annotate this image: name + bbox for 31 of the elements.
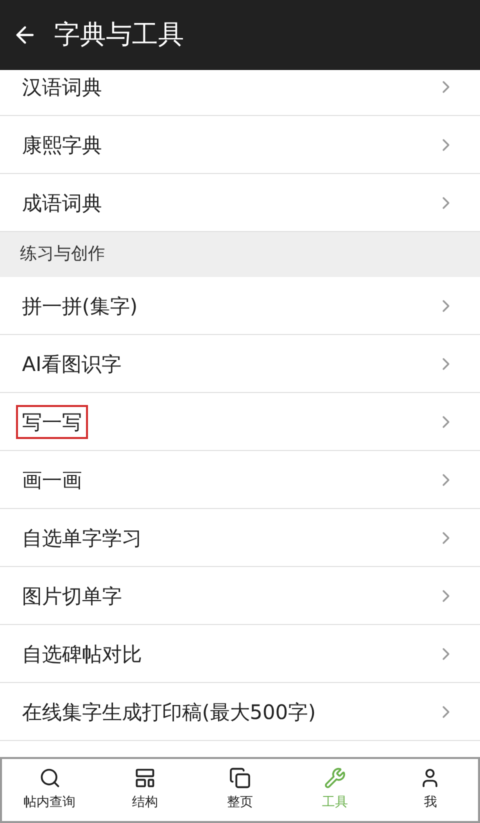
section-title: 练习与创作 bbox=[20, 242, 105, 266]
menu-item-label: AI看图识字 bbox=[21, 350, 123, 378]
menu-item[interactable]: 自选碑帖对比 bbox=[0, 625, 480, 683]
menu-item[interactable]: 在线集字生成打印稿(最大500字) bbox=[0, 683, 480, 741]
structure-icon bbox=[134, 767, 156, 790]
menu-item-label: 拼一拼(集字) bbox=[21, 292, 139, 320]
menu-item-label: 康熙字典 bbox=[21, 132, 103, 158]
tab-button[interactable]: 结构 bbox=[97, 759, 192, 821]
menu-item-label: 图片切单字 bbox=[21, 582, 123, 610]
tab-button[interactable]: 整页 bbox=[192, 759, 288, 821]
page-title: 字典与工具 bbox=[54, 18, 184, 52]
tab-button[interactable]: 我 bbox=[382, 759, 478, 821]
menu-item[interactable]: 图片切单字 bbox=[0, 567, 480, 625]
menu-item-label: 自选碑帖对比 bbox=[21, 640, 143, 668]
menu-item[interactable]: 拼一拼(集字) bbox=[0, 277, 480, 335]
tab-button[interactable]: 帖内查询 bbox=[2, 759, 98, 821]
menu-item-label: 在线集字生成打印稿(最大500字) bbox=[21, 698, 317, 726]
tools-icon bbox=[324, 767, 346, 790]
menu-item[interactable]: 康熙字典 bbox=[0, 116, 480, 174]
menu-item[interactable]: 画一画 bbox=[0, 451, 480, 509]
page-icon bbox=[229, 767, 251, 790]
menu-item[interactable]: 自选单字学习 bbox=[0, 509, 480, 567]
menu-item-label: 画一画 bbox=[21, 466, 83, 494]
menu-item-label: 写一写 bbox=[16, 404, 88, 438]
menu-item[interactable]: 汉语词典 bbox=[0, 70, 480, 116]
menu-item-label: 汉语词典 bbox=[21, 74, 103, 100]
menu-item[interactable]: AI看图识字 bbox=[0, 335, 480, 393]
menu-item-label: 成语词典 bbox=[21, 190, 103, 216]
menu-item[interactable]: 写一写 bbox=[0, 393, 480, 451]
menu-item-label: 自选单字学习 bbox=[21, 524, 143, 552]
search-icon bbox=[38, 767, 61, 790]
